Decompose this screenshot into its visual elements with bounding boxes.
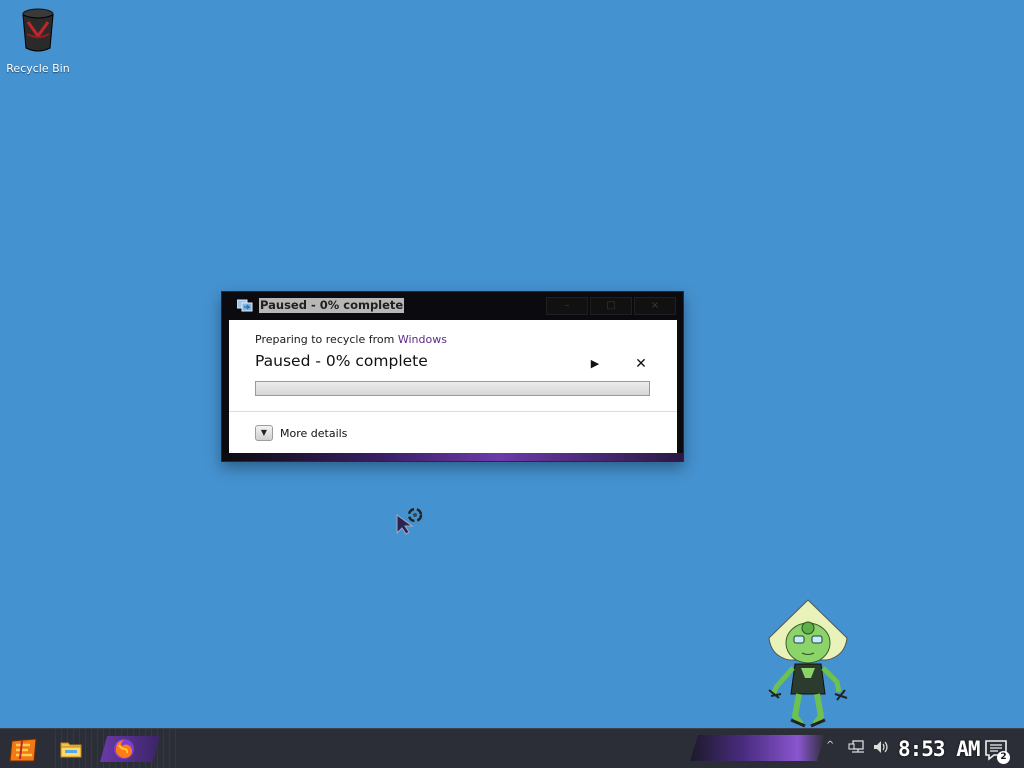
tray-overflow-button[interactable]: ^	[826, 740, 834, 751]
more-details-toggle[interactable]: ▼ More details	[255, 424, 347, 442]
progress-status: Paused - 0% complete	[255, 352, 428, 370]
cancel-operation-button[interactable]: ✕	[633, 356, 649, 372]
taskbar-accent	[690, 735, 825, 761]
dialog-content: Preparing to recycle from Windows Paused…	[229, 320, 677, 456]
recycle-bin-icon	[22, 8, 54, 52]
desktop-mascot-character	[768, 599, 848, 728]
action-center-button[interactable]: 2	[984, 739, 1010, 764]
source-location-link[interactable]: Windows	[398, 333, 447, 346]
network-icon[interactable]	[848, 739, 866, 755]
firefox-icon	[114, 739, 134, 759]
resume-button[interactable]: ▶	[587, 356, 603, 372]
busy-cursor-icon	[396, 507, 423, 535]
taskbar-firefox-button[interactable]	[100, 736, 160, 762]
volume-icon[interactable]	[872, 739, 890, 755]
dialog-title: Paused - 0% complete	[259, 298, 405, 313]
desktop-icon-label: Recycle Bin	[6, 62, 70, 75]
operation-description: Preparing to recycle from Windows	[255, 333, 447, 346]
dialog-titlebar[interactable]: Paused - 0% complete – □ ×	[222, 292, 683, 320]
desktop-icon-recycle-bin[interactable]: Recycle Bin	[4, 6, 72, 75]
operation-prefix: Preparing to recycle from	[255, 333, 398, 346]
file-explorer-icon[interactable]	[56, 737, 86, 761]
taskbar: ^ 8:53 AM 2	[0, 728, 1024, 768]
close-button[interactable]: ×	[634, 297, 676, 315]
notification-count-badge: 2	[997, 751, 1010, 764]
divider	[229, 411, 677, 412]
recycle-progress-dialog: Paused - 0% complete – □ × Preparing to …	[221, 291, 684, 462]
progress-bar	[255, 381, 650, 396]
more-details-label: More details	[280, 426, 348, 440]
start-menu-icon[interactable]	[8, 737, 40, 763]
maximize-button[interactable]: □	[590, 297, 632, 315]
minimize-button[interactable]: –	[546, 297, 588, 315]
taskbar-clock[interactable]: 8:53 AM	[898, 734, 981, 764]
file-operation-icon	[237, 299, 253, 312]
chevron-down-icon: ▼	[255, 425, 273, 441]
